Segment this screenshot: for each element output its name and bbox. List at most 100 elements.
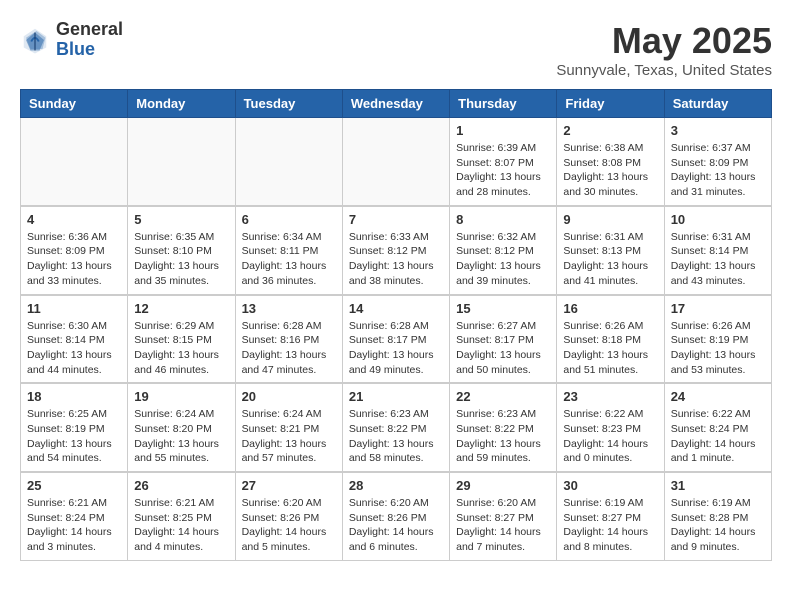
calendar-cell: 31 Sunrise: 6:19 AM Sunset: 8:28 PM Dayli… <box>664 473 771 561</box>
calendar-cell: 29Sunrise: 6:20 AM Sunset: 8:27 PM Dayli… <box>450 473 557 561</box>
day-info: Sunrise: 6:27 AM Sunset: 8:17 PM Dayligh… <box>456 319 550 378</box>
calendar-cell <box>342 118 449 206</box>
month-title: May 2025 <box>556 20 772 62</box>
day-info: Sunrise: 6:39 AM Sunset: 8:07 PM Dayligh… <box>456 141 550 200</box>
calendar-cell <box>128 118 235 206</box>
calendar-header-friday: Friday <box>557 90 664 118</box>
day-info: Sunrise: 6:32 AM Sunset: 8:12 PM Dayligh… <box>456 230 550 289</box>
day-number: 6 <box>242 212 336 227</box>
logo-blue-text: Blue <box>56 39 95 59</box>
day-info: Sunrise: 6:24 AM Sunset: 8:20 PM Dayligh… <box>134 407 228 466</box>
day-number: 22 <box>456 389 550 404</box>
day-info: Sunrise: 6:20 AM Sunset: 8:26 PM Dayligh… <box>349 496 443 555</box>
day-number: 9 <box>563 212 657 227</box>
day-number: 24 <box>671 389 765 404</box>
calendar-cell <box>235 118 342 206</box>
day-info: Sunrise: 6:22 AM Sunset: 8:24 PM Dayligh… <box>671 407 765 466</box>
title-block: May 2025 Sunnyvale, Texas, United States <box>556 20 772 79</box>
calendar-cell: 21 Sunrise: 6:23 AM Sunset: 8:22 PM Dayli… <box>342 384 449 472</box>
calendar-cell: 14 Sunrise: 6:28 AM Sunset: 8:17 PM Dayli… <box>342 295 449 383</box>
day-number: 3 <box>671 123 765 138</box>
day-number: 16 <box>563 301 657 316</box>
day-info: Sunrise: 6:20 AM Sunset: 8:27 PM Dayligh… <box>456 496 550 555</box>
day-info: Sunrise: 6:24 AM Sunset: 8:21 PM Dayligh… <box>242 407 336 466</box>
day-number: 7 <box>349 212 443 227</box>
calendar-cell: 18 Sunrise: 6:25 AM Sunset: 8:19 PM Dayli… <box>21 384 128 472</box>
day-number: 23 <box>563 389 657 404</box>
day-info: Sunrise: 6:23 AM Sunset: 8:22 PM Dayligh… <box>349 407 443 466</box>
calendar-cell <box>21 118 128 206</box>
calendar-cell: 16Sunrise: 6:26 AM Sunset: 8:18 PM Dayli… <box>557 295 664 383</box>
week-row-2: 4 Sunrise: 6:36 AM Sunset: 8:09 PM Daylig… <box>21 206 772 294</box>
calendar-cell: 7 Sunrise: 6:33 AM Sunset: 8:12 PM Daylig… <box>342 206 449 294</box>
calendar-cell: 6Sunrise: 6:34 AM Sunset: 8:11 PM Daylig… <box>235 206 342 294</box>
day-number: 4 <box>27 212 121 227</box>
calendar-cell: 22 Sunrise: 6:23 AM Sunset: 8:22 PM Dayli… <box>450 384 557 472</box>
calendar-cell: 15Sunrise: 6:27 AM Sunset: 8:17 PM Dayli… <box>450 295 557 383</box>
calendar-cell: 20Sunrise: 6:24 AM Sunset: 8:21 PM Dayli… <box>235 384 342 472</box>
day-number: 19 <box>134 389 228 404</box>
week-row-4: 18 Sunrise: 6:25 AM Sunset: 8:19 PM Dayli… <box>21 384 772 472</box>
calendar-cell: 11Sunrise: 6:30 AM Sunset: 8:14 PM Dayli… <box>21 295 128 383</box>
calendar-header-tuesday: Tuesday <box>235 90 342 118</box>
day-info: Sunrise: 6:31 AM Sunset: 8:13 PM Dayligh… <box>563 230 657 289</box>
day-number: 5 <box>134 212 228 227</box>
day-info: Sunrise: 6:33 AM Sunset: 8:12 PM Dayligh… <box>349 230 443 289</box>
day-number: 10 <box>671 212 765 227</box>
week-row-3: 11Sunrise: 6:30 AM Sunset: 8:14 PM Dayli… <box>21 295 772 383</box>
calendar-cell: 5 Sunrise: 6:35 AM Sunset: 8:10 PM Daylig… <box>128 206 235 294</box>
calendar-cell: 10 Sunrise: 6:31 AM Sunset: 8:14 PM Dayli… <box>664 206 771 294</box>
logo-icon <box>20 25 50 55</box>
calendar-cell: 24 Sunrise: 6:22 AM Sunset: 8:24 PM Dayli… <box>664 384 771 472</box>
page-header: General Blue May 2025 Sunnyvale, Texas, … <box>20 20 772 79</box>
calendar-header-wednesday: Wednesday <box>342 90 449 118</box>
calendar-cell: 28 Sunrise: 6:20 AM Sunset: 8:26 PM Dayli… <box>342 473 449 561</box>
day-info: Sunrise: 6:28 AM Sunset: 8:16 PM Dayligh… <box>242 319 336 378</box>
day-info: Sunrise: 6:25 AM Sunset: 8:19 PM Dayligh… <box>27 407 121 466</box>
day-info: Sunrise: 6:35 AM Sunset: 8:10 PM Dayligh… <box>134 230 228 289</box>
calendar-header-row: SundayMondayTuesdayWednesdayThursdayFrid… <box>21 90 772 118</box>
calendar-header-saturday: Saturday <box>664 90 771 118</box>
day-number: 30 <box>563 478 657 493</box>
day-info: Sunrise: 6:29 AM Sunset: 8:15 PM Dayligh… <box>134 319 228 378</box>
calendar-cell: 13 Sunrise: 6:28 AM Sunset: 8:16 PM Dayli… <box>235 295 342 383</box>
day-info: Sunrise: 6:19 AM Sunset: 8:28 PM Dayligh… <box>671 496 765 555</box>
calendar-cell: 3Sunrise: 6:37 AM Sunset: 8:09 PM Daylig… <box>664 118 771 206</box>
day-info: Sunrise: 6:21 AM Sunset: 8:25 PM Dayligh… <box>134 496 228 555</box>
day-number: 14 <box>349 301 443 316</box>
logo-general-text: General <box>56 19 123 39</box>
week-row-5: 25 Sunrise: 6:21 AM Sunset: 8:24 PM Dayli… <box>21 473 772 561</box>
day-info: Sunrise: 6:21 AM Sunset: 8:24 PM Dayligh… <box>27 496 121 555</box>
day-number: 2 <box>563 123 657 138</box>
calendar-header-sunday: Sunday <box>21 90 128 118</box>
day-number: 18 <box>27 389 121 404</box>
calendar-cell: 4 Sunrise: 6:36 AM Sunset: 8:09 PM Daylig… <box>21 206 128 294</box>
day-info: Sunrise: 6:20 AM Sunset: 8:26 PM Dayligh… <box>242 496 336 555</box>
day-number: 12 <box>134 301 228 316</box>
calendar-table: SundayMondayTuesdayWednesdayThursdayFrid… <box>20 89 772 561</box>
day-info: Sunrise: 6:28 AM Sunset: 8:17 PM Dayligh… <box>349 319 443 378</box>
day-number: 17 <box>671 301 765 316</box>
calendar-cell: 17 Sunrise: 6:26 AM Sunset: 8:19 PM Dayli… <box>664 295 771 383</box>
day-info: Sunrise: 6:30 AM Sunset: 8:14 PM Dayligh… <box>27 319 121 378</box>
day-info: Sunrise: 6:31 AM Sunset: 8:14 PM Dayligh… <box>671 230 765 289</box>
calendar-cell: 8Sunrise: 6:32 AM Sunset: 8:12 PM Daylig… <box>450 206 557 294</box>
calendar-cell: 23 Sunrise: 6:22 AM Sunset: 8:23 PM Dayli… <box>557 384 664 472</box>
day-info: Sunrise: 6:36 AM Sunset: 8:09 PM Dayligh… <box>27 230 121 289</box>
calendar-cell: 30 Sunrise: 6:19 AM Sunset: 8:27 PM Dayli… <box>557 473 664 561</box>
logo: General Blue <box>20 20 123 60</box>
day-info: Sunrise: 6:23 AM Sunset: 8:22 PM Dayligh… <box>456 407 550 466</box>
day-number: 13 <box>242 301 336 316</box>
day-number: 31 <box>671 478 765 493</box>
day-number: 21 <box>349 389 443 404</box>
day-number: 25 <box>27 478 121 493</box>
day-info: Sunrise: 6:26 AM Sunset: 8:19 PM Dayligh… <box>671 319 765 378</box>
day-info: Sunrise: 6:22 AM Sunset: 8:23 PM Dayligh… <box>563 407 657 466</box>
calendar-header-thursday: Thursday <box>450 90 557 118</box>
day-number: 28 <box>349 478 443 493</box>
day-number: 1 <box>456 123 550 138</box>
calendar-cell: 19 Sunrise: 6:24 AM Sunset: 8:20 PM Dayli… <box>128 384 235 472</box>
calendar-cell: 26Sunrise: 6:21 AM Sunset: 8:25 PM Dayli… <box>128 473 235 561</box>
day-info: Sunrise: 6:19 AM Sunset: 8:27 PM Dayligh… <box>563 496 657 555</box>
calendar-cell: 9 Sunrise: 6:31 AM Sunset: 8:13 PM Daylig… <box>557 206 664 294</box>
